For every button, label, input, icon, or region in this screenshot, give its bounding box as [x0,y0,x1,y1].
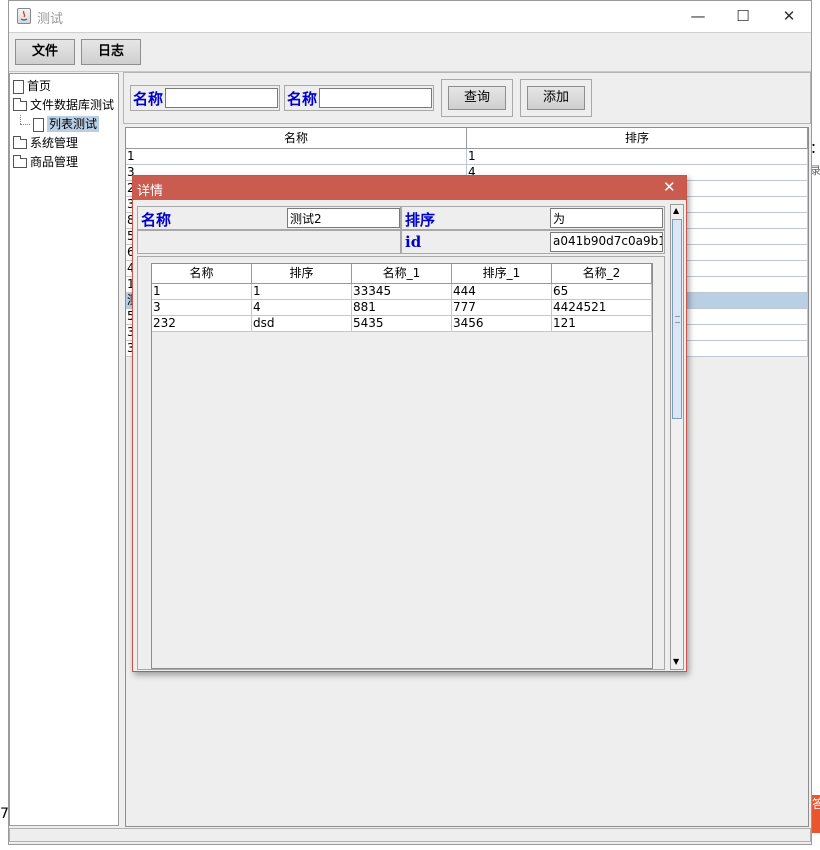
dialog-close-button[interactable]: ✕ [663,178,676,196]
close-button[interactable]: ✕ [769,5,809,27]
tree-item-list-test[interactable]: 列表测试 [33,115,100,134]
query-button-frame: 查询 [441,79,513,117]
tree-item-label: 列表测试 [47,116,100,132]
name-input[interactable] [165,88,278,108]
tree-item-home[interactable]: 首页 [13,77,51,96]
dialog-title-bar: 详情 ✕ [133,176,686,200]
table-cell: 33345 [352,284,452,300]
table-cell: 5435 [352,316,452,332]
name-label: 名称 [133,90,164,108]
column-header[interactable]: 排序 [467,128,808,149]
table-cell: 1 [252,284,352,300]
toolbar: 文件 日志 [9,32,811,72]
detail-table-panel: 名称 排序 名称_1 排序_1 名称_2 1 1 33345 444 65 3 4 881 777 442… [137,256,665,670]
nav-tree: 首页 文件数据库测试 列表测试 系统管理 商品管理 [9,73,119,826]
table-cell: 3 [152,300,252,316]
tree-connector [20,124,30,126]
tree-item-goods-management[interactable]: 商品管理 [13,153,78,172]
minimize-button[interactable]: — [678,5,718,27]
grip-icon [675,316,680,323]
name-input[interactable] [319,88,432,108]
scroll-down-icon[interactable]: ▼ [673,657,679,666]
file-button[interactable]: 文件 [15,39,75,65]
table-cell: 65 [552,284,652,300]
form-cell-empty [137,230,401,254]
scroll-up-icon[interactable]: ▲ [673,206,679,215]
title-bar: 测试 — ☐ ✕ [9,1,811,32]
form-cell: 名称 测试2 [137,206,401,230]
column-header[interactable]: 名称_2 [552,264,652,284]
sort-input[interactable]: 为 [550,208,663,228]
name-label: 名称 [287,90,318,108]
name-label: 名称 [141,211,172,229]
search-panel: 名称 名称 查询 添加 [123,72,811,124]
table-cell: 777 [452,300,552,316]
dialog-title: 详情 [137,184,164,199]
table-row[interactable]: 3 4 881 777 4424521 [152,300,652,316]
status-bar [9,828,811,842]
tree-item-file-db-test[interactable]: 文件数据库测试 [13,96,114,115]
detail-table: 名称 排序 名称_1 排序_1 名称_2 1 1 33345 444 65 3 4 881 777 442… [151,263,653,669]
add-button-frame: 添加 [520,79,592,117]
form-cell: 排序 为 [401,206,665,230]
detail-dialog: 详情 ✕ 名称 测试2 排序 为 id a041b90d7c0a9b1d 名称排… [132,175,687,672]
sort-label: 排序 [405,211,436,229]
java-app-icon [17,8,31,24]
query-button[interactable]: 查询 [448,86,506,110]
tree-connector [20,115,22,124]
table-cell: 1 [152,284,252,300]
tree-item-label: 文件数据库测试 [30,98,115,112]
form-cell: id a041b90d7c0a9b1d [401,230,665,254]
add-button[interactable]: 添加 [527,86,585,110]
name-field-group: 名称 [284,85,434,111]
table-cell: 1 [467,149,808,165]
table-cell: 1 [126,149,467,165]
table-row[interactable]: 1 1 33345 444 65 [152,284,652,300]
maximize-button[interactable]: ☐ [723,5,763,27]
name-field-group: 名称 [130,85,280,111]
page-icon [13,79,24,94]
folder-icon [13,154,27,168]
table-cell: 121 [552,316,652,332]
table-row[interactable]: 11 [126,149,808,165]
tree-item-label: 商品管理 [30,155,79,169]
tree-item-label: 系统管理 [30,136,79,150]
dialog-vertical-scrollbar[interactable]: ▲ ▼ [670,204,684,670]
background-orange-tab: 答 [812,795,820,833]
column-header[interactable]: 名称 [126,128,467,149]
column-header[interactable]: 名称_1 [352,264,452,284]
table-cell: 444 [452,284,552,300]
table-cell: 3456 [452,316,552,332]
table-cell: 4424521 [552,300,652,316]
column-header[interactable]: 名称 [152,264,252,284]
table-row[interactable]: 232 dsd 5435 3456 121 [152,316,652,332]
table-cell: dsd [252,316,352,332]
folder-icon [13,135,27,149]
log-button[interactable]: 日志 [81,39,141,65]
scrollbar-thumb[interactable] [672,219,682,419]
id-input[interactable]: a041b90d7c0a9b1d [550,232,663,252]
tree-item-system-management[interactable]: 系统管理 [13,134,78,153]
folder-icon [13,97,27,111]
tree-item-label: 首页 [27,79,52,93]
column-header[interactable]: 排序 [252,264,352,284]
table-cell: 4 [252,300,352,316]
page-icon [33,117,44,132]
table-cell: 881 [352,300,452,316]
window-title: 测试 [37,12,64,27]
column-header[interactable]: 排序_1 [452,264,552,284]
name-input[interactable]: 测试2 [287,208,400,228]
table-cell: 232 [152,316,252,332]
id-label: id [405,233,422,251]
